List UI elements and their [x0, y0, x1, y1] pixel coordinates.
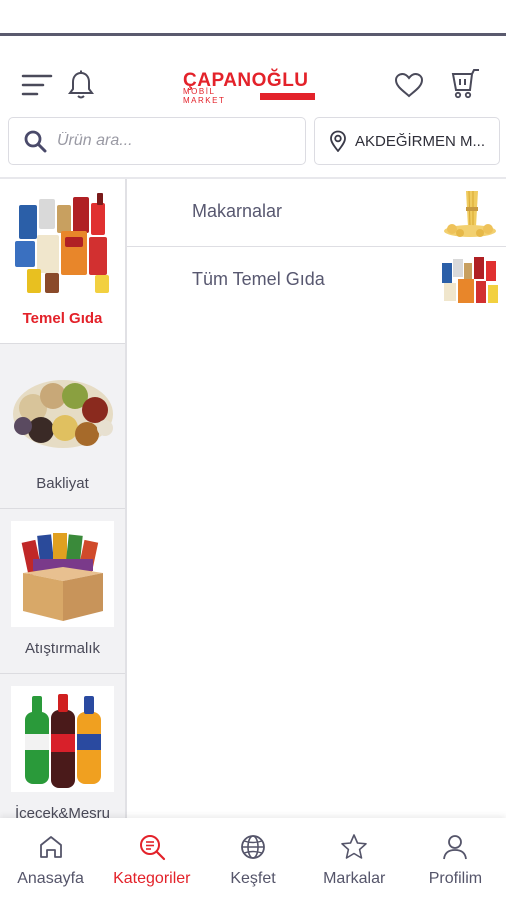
- nav-profile-label: Profilim: [428, 870, 483, 887]
- search-input[interactable]: [57, 132, 277, 150]
- nav-discover-label: Keşfet: [230, 870, 276, 887]
- nav-categories[interactable]: Kategoriler: [101, 818, 202, 900]
- nav-discover[interactable]: Keşfet: [202, 818, 303, 900]
- bell-icon: [68, 70, 94, 99]
- brand-logo[interactable]: ÇAPANOĞLU MOBİL MARKET: [183, 70, 315, 105]
- home-icon: [39, 836, 62, 858]
- nav-brands-label: Markalar: [323, 870, 386, 887]
- subcategory-item-makarnalar[interactable]: Makarnalar: [127, 179, 506, 247]
- category-sidebar: Temel Gıda Bakliyat Atıştırmalık İçecek&…: [0, 179, 127, 819]
- search-row: AKDEĞİRMEN M...: [8, 117, 500, 165]
- nav-profile[interactable]: Profilim: [405, 818, 506, 900]
- category-item-icecek[interactable]: İçecek&Meşru: [0, 674, 125, 819]
- menu-icon: [21, 74, 53, 96]
- category-label: İçecek&Meşru: [14, 805, 111, 819]
- bottom-navigation: Anasayfa Kategoriler Keşfet Markalar Pro…: [0, 818, 506, 900]
- grocery-products-image: [440, 255, 500, 307]
- category-label: Atıştırmalık: [24, 640, 100, 657]
- cart-icon: [451, 69, 479, 99]
- subcategory-label: Makarnalar: [192, 201, 283, 221]
- menu-button[interactable]: [18, 68, 56, 102]
- favorites-button[interactable]: [390, 68, 428, 102]
- grocery-products-image: [11, 191, 114, 297]
- category-label: Temel Gıda: [22, 310, 103, 327]
- search-box[interactable]: [8, 117, 306, 165]
- category-item-temel-gida[interactable]: Temel Gıda: [0, 179, 125, 344]
- subcategory-label: Tüm Temel Gıda: [192, 269, 325, 289]
- globe-icon: [241, 835, 265, 859]
- user-icon: [443, 835, 468, 860]
- top-bar: ÇAPANOĞLU MOBİL MARKET: [0, 60, 506, 110]
- location-selector[interactable]: AKDEĞİRMEN M...: [314, 117, 500, 165]
- star-icon: [341, 834, 368, 859]
- heart-icon: [394, 72, 424, 98]
- subcategory-list: Makarnalar Tüm Temel Gıda: [127, 179, 506, 315]
- category-item-atistirmalik[interactable]: Atıştırmalık: [0, 509, 125, 674]
- notifications-button[interactable]: [64, 68, 98, 102]
- search-icon: [24, 130, 47, 153]
- legumes-image: [11, 356, 114, 462]
- snacks-box-image: [11, 521, 114, 627]
- logo-subtitle: MOBİL MARKET: [183, 87, 226, 105]
- nav-categories-label: Kategoriler: [113, 870, 191, 887]
- soft-drinks-image: [11, 686, 114, 792]
- subcategory-item-tum-temel-gida[interactable]: Tüm Temel Gıda: [127, 247, 506, 315]
- status-bar-divider: [0, 33, 506, 36]
- nav-brands[interactable]: Markalar: [304, 818, 405, 900]
- nav-home-label: Anasayfa: [17, 870, 84, 887]
- logo-bar: [260, 92, 315, 100]
- category-label: Bakliyat: [36, 475, 89, 492]
- category-item-bakliyat[interactable]: Bakliyat: [0, 344, 125, 509]
- location-pin-icon: [330, 130, 346, 152]
- pasta-image: [440, 187, 500, 239]
- nav-home[interactable]: Anasayfa: [0, 818, 101, 900]
- categories-search-icon: [139, 835, 165, 861]
- cart-button[interactable]: [446, 66, 484, 102]
- location-label: AKDEĞİRMEN M...: [355, 132, 486, 150]
